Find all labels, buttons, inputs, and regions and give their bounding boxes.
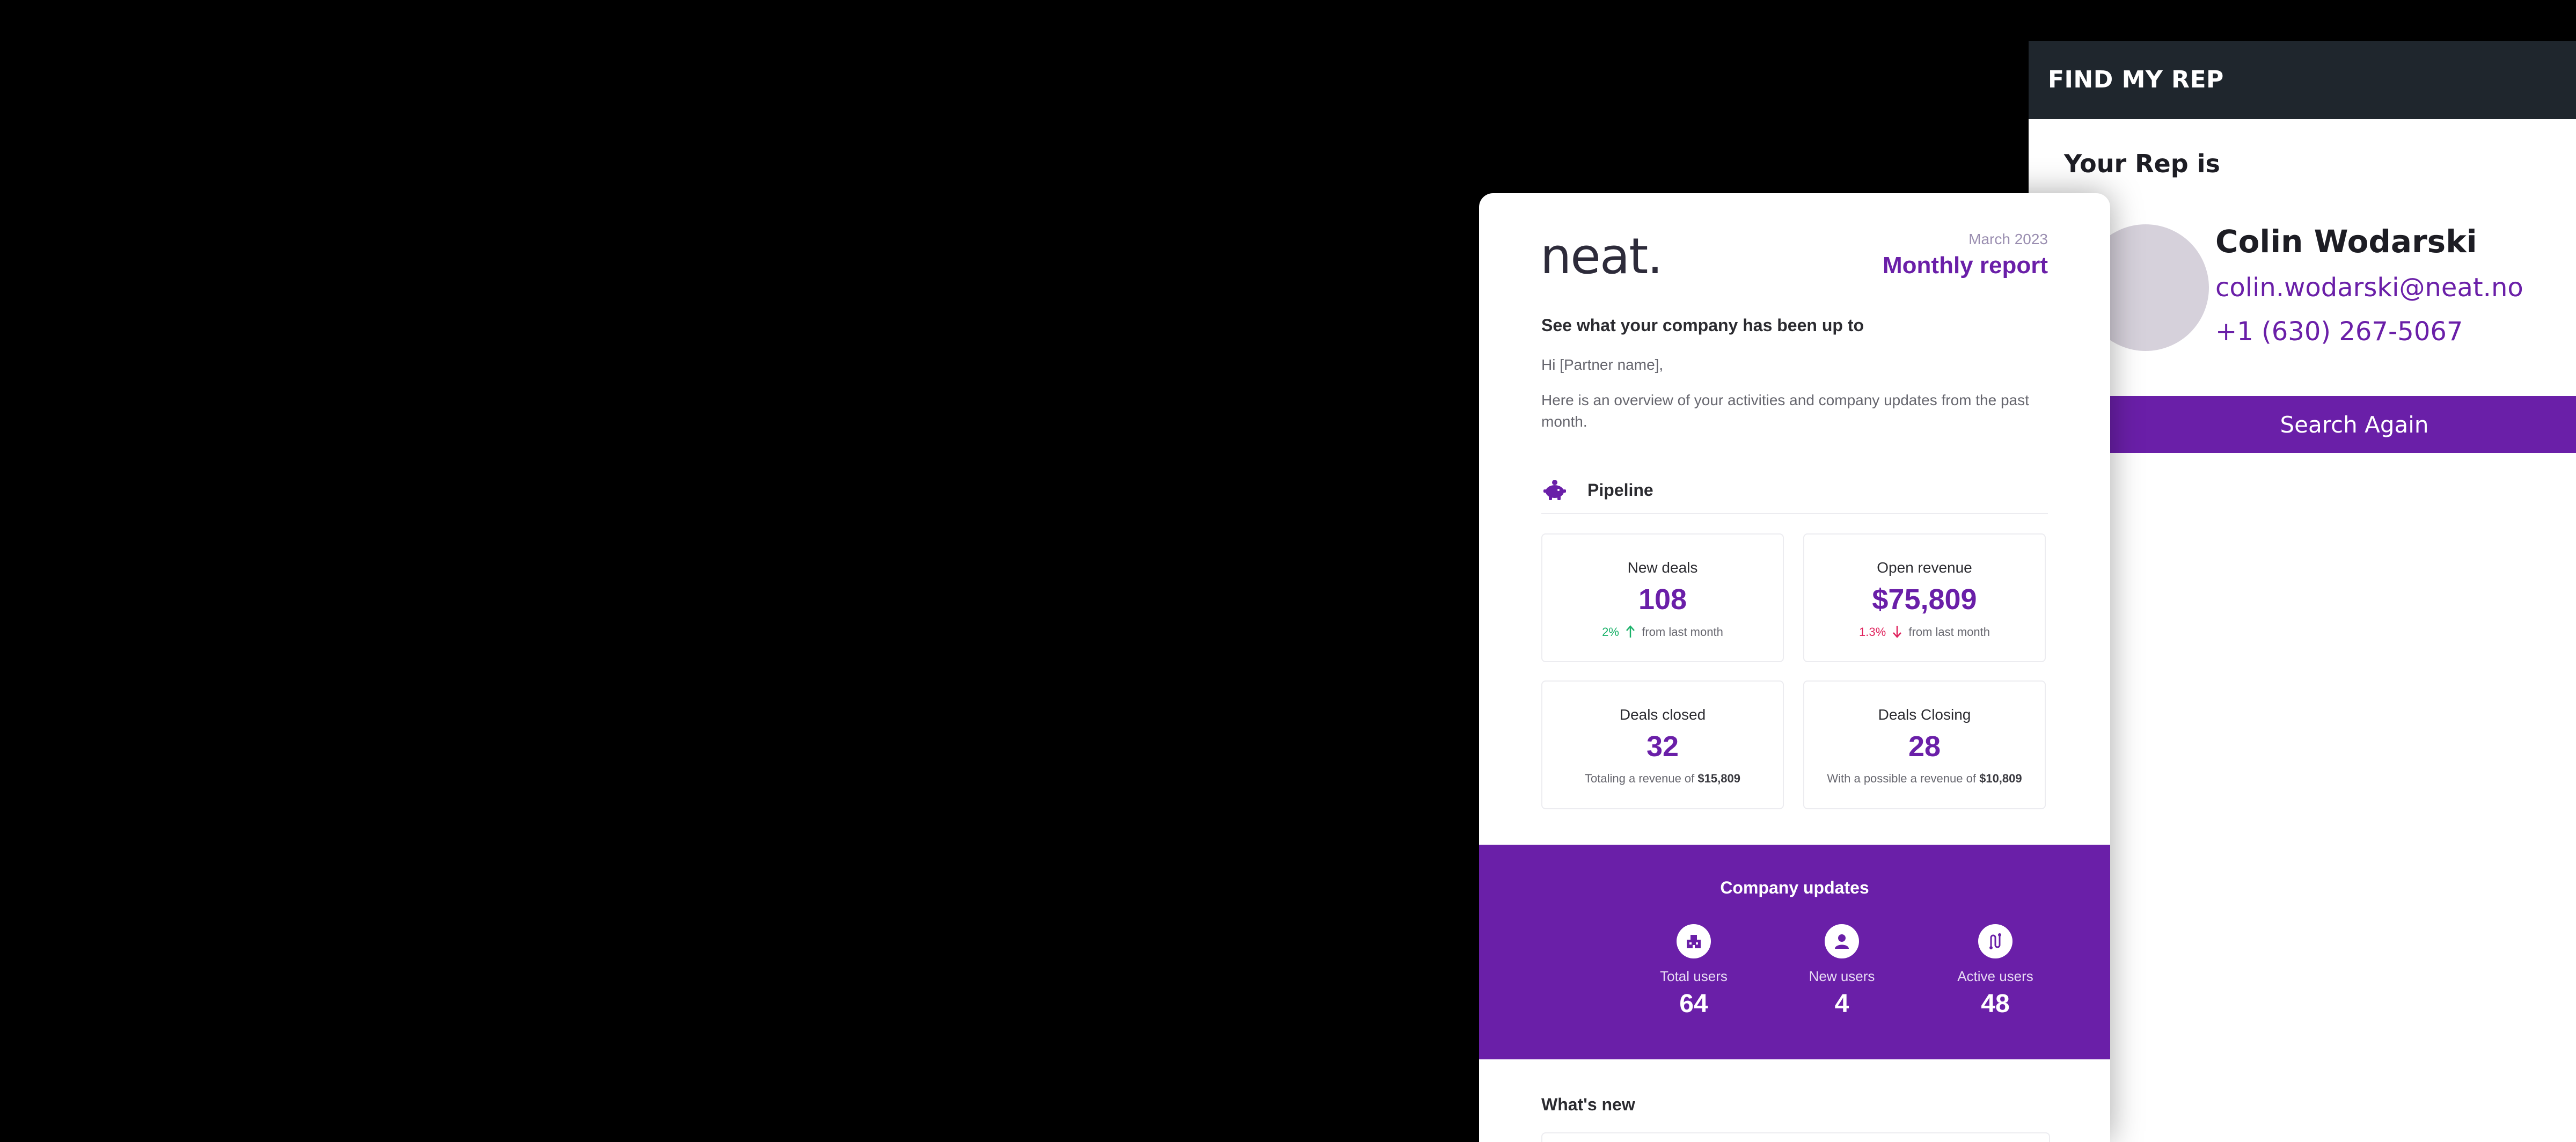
metric-total-users: Total users 64 xyxy=(1640,924,1747,1019)
trend-suffix: from last month xyxy=(1642,625,1723,639)
pipeline-label: Pipeline xyxy=(1587,480,1653,500)
metric-label: Active users xyxy=(1957,968,2033,984)
metric-label: New users xyxy=(1809,968,1875,984)
user-icon xyxy=(1825,924,1859,958)
stat-card-deals-closed: Deals closed 32 Totaling a revenue of $1… xyxy=(1541,680,1784,809)
whats-new-card xyxy=(1541,1132,2050,1142)
rep-intro-label: Your Rep is xyxy=(2064,149,2220,178)
subtext-prefix: Totaling a revenue of xyxy=(1585,772,1695,785)
stat-subtext: With a possible a revenue of $10,809 xyxy=(1804,772,2045,786)
metric-value: 4 xyxy=(1834,990,1849,1018)
activity-icon xyxy=(1978,924,2012,958)
building-icon xyxy=(1677,924,1711,958)
intro-heading: See what your company has been up to xyxy=(1541,316,1864,335)
stat-trend: 1.3% from last month xyxy=(1804,625,2045,639)
trend-suffix: from last month xyxy=(1908,625,1990,639)
stat-value: $75,809 xyxy=(1872,583,1977,616)
stat-trend: 2% from last month xyxy=(1542,625,1783,639)
stat-value: 32 xyxy=(1646,730,1679,763)
stat-value: 28 xyxy=(1908,730,1941,763)
greeting-text: Hi [Partner name], xyxy=(1541,356,1664,373)
rep-panel-header: FIND MY REP xyxy=(2029,41,2576,119)
find-my-rep-panel: FIND MY REP Your Rep is Colin Wodarski c… xyxy=(2029,41,2576,1142)
trend-percent: 2% xyxy=(1602,625,1619,639)
metric-new-users: New users 4 xyxy=(1788,924,1896,1019)
stat-label: Open revenue xyxy=(1877,559,1972,576)
company-updates-title: Company updates xyxy=(1720,878,1869,897)
company-updates-section: Company updates Total users 64 New users… xyxy=(1479,845,2110,1059)
metric-value: 48 xyxy=(1981,990,2010,1018)
metric-active-users: Active users 48 xyxy=(1942,924,2049,1019)
rep-name: Colin Wodarski xyxy=(2215,223,2477,260)
report-date: March 2023 xyxy=(1968,231,2048,247)
monthly-report-card: neat. March 2023 Monthly report See what… xyxy=(1479,193,2110,1142)
report-title: Monthly report xyxy=(1883,252,2048,279)
whats-new-heading: What's new xyxy=(1541,1095,1635,1114)
rep-phone-link[interactable]: +1 (630) 267-5067 xyxy=(2215,317,2463,347)
stat-card-deals-closing: Deals Closing 28 With a possible a reven… xyxy=(1803,680,2046,809)
stat-value: 108 xyxy=(1638,583,1687,616)
search-again-button[interactable]: Search Again xyxy=(2029,396,2576,453)
stat-label: Deals Closing xyxy=(1878,706,1971,723)
stat-card-open-revenue: Open revenue $75,809 1.3% from last mont… xyxy=(1803,533,2046,662)
piggy-bank-icon xyxy=(1541,477,1568,503)
stat-label: New deals xyxy=(1627,559,1698,576)
rep-email-link[interactable]: colin.wodarski@neat.no xyxy=(2215,273,2523,303)
stat-card-new-deals: New deals 108 2% from last month xyxy=(1541,533,1784,662)
overview-text: Here is an overview of your activities a… xyxy=(1541,392,2029,430)
neat-logo: neat. xyxy=(1540,228,1663,285)
subtext-prefix: With a possible a revenue of xyxy=(1827,772,1976,785)
stat-label: Deals closed xyxy=(1619,706,1706,723)
metric-value: 64 xyxy=(1679,990,1708,1018)
trend-percent: 1.3% xyxy=(1858,625,1886,639)
metric-label: Total users xyxy=(1660,968,1728,984)
subtext-amount: $15,809 xyxy=(1697,772,1740,785)
stat-subtext: Totaling a revenue of $15,809 xyxy=(1542,772,1783,786)
subtext-amount: $10,809 xyxy=(1979,772,2022,785)
pipeline-section-header: Pipeline xyxy=(1541,467,2048,514)
arrow-down-icon xyxy=(1893,626,1902,638)
arrow-up-icon xyxy=(1626,625,1635,638)
